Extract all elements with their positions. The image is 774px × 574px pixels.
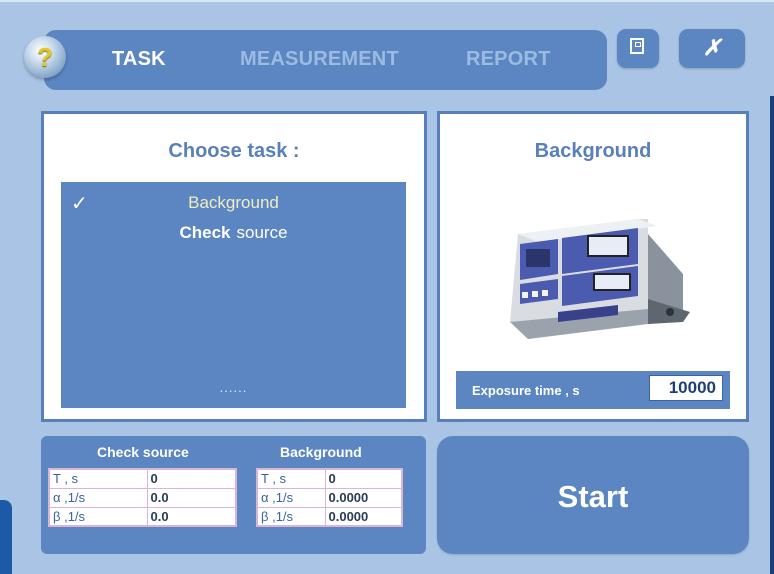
row-key: β ,1/s [256,506,326,527]
table-row: T , s 0 [48,468,237,489]
row-key: α ,1/s [256,487,326,508]
tab-bar: TASK MEASUREMENT REPORT [44,30,607,90]
exposure-time-row: Exposure time , s 10000 [456,371,730,409]
close-button[interactable]: ✗ [679,29,745,68]
results-panel: Check source T , s 0 α ,1/s 0.0 β ,1/s 0… [41,436,426,554]
row-value: 0 [324,468,403,489]
table-row: α ,1/s 0.0 [48,487,237,508]
top-border [0,0,774,2]
minimize-button[interactable] [617,29,659,68]
help-icon: ? [37,42,53,72]
row-value: 0.0000 [324,487,403,508]
minimize-icon [630,38,644,54]
check-source-table: T , s 0 α ,1/s 0.0 β ,1/s 0.0 [48,468,237,527]
close-icon: ✗ [702,35,722,60]
table-row: β ,1/s 0.0000 [256,506,403,527]
task-preview-panel: Background Exposure time , s 10000 [437,111,749,422]
start-button[interactable]: Start [437,436,749,554]
row-value: 0.0000 [324,506,403,527]
row-key: β ,1/s [48,506,148,527]
preview-title: Background [534,140,652,162]
row-key: T , s [256,468,326,489]
start-label: Start [557,479,629,514]
tab-report[interactable]: REPORT [466,48,551,71]
background-table: T , s 0 α ,1/s 0.0000 β ,1/s 0.0000 [256,468,403,527]
row-value: 0 [146,468,237,489]
tab-measurement[interactable]: MEASUREMENT [240,48,399,71]
row-key: T , s [48,468,148,489]
more-tasks-indicator[interactable]: ...... [61,380,406,395]
choose-task-title: Choose task : [168,140,300,162]
choose-task-panel: Choose task : ✓ Background Check source .… [41,111,427,422]
help-button[interactable]: ? [24,36,66,78]
right-edge-strip [770,96,774,574]
row-value: 0.0 [146,487,237,508]
row-value: 0.0 [146,506,237,527]
table-row: β ,1/s 0.0 [48,506,237,527]
row-key: α ,1/s [48,487,148,508]
exposure-time-label: Exposure time , s [472,383,580,398]
task-list[interactable]: ✓ Background Check source ...... [61,182,406,408]
left-edge-strip [0,500,12,574]
task-item-check-source[interactable]: Check source [61,223,406,243]
table-row: T , s 0 [256,468,403,489]
task-item-background[interactable]: Background [61,193,406,213]
device-image [510,219,690,339]
tab-task[interactable]: TASK [112,48,166,71]
table-row: α ,1/s 0.0000 [256,487,403,508]
task-item-check-bold: Check [179,223,231,242]
background-title: Background [280,444,362,460]
check-source-title: Check source [97,444,189,460]
task-item-check-rest: source [236,223,288,242]
exposure-time-input[interactable]: 10000 [649,375,723,401]
